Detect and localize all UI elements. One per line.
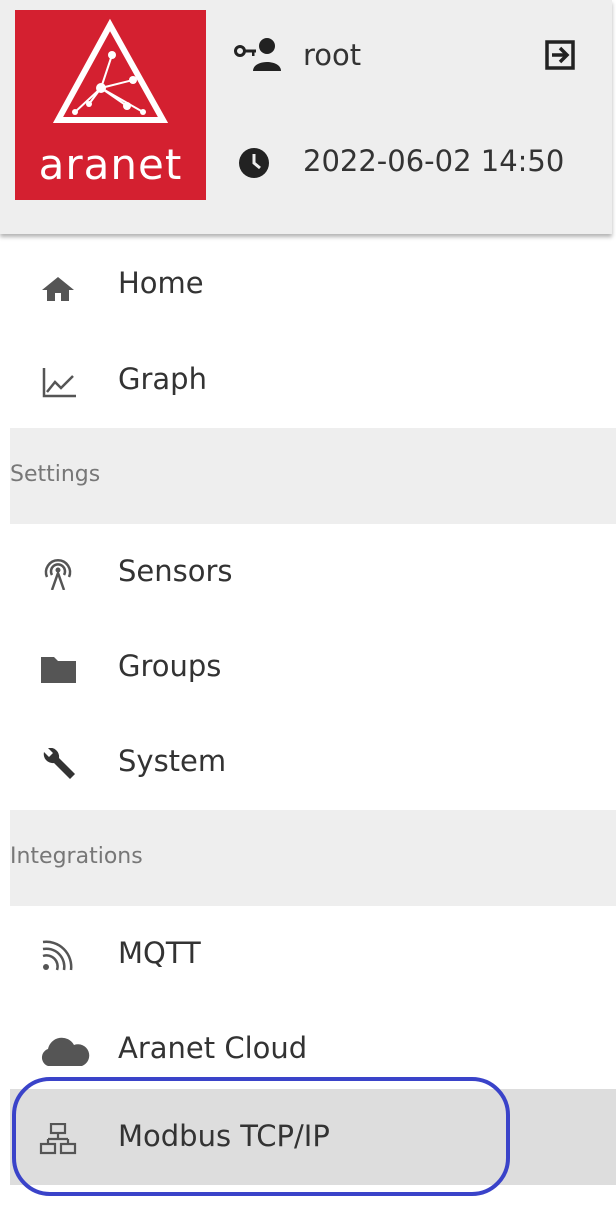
nav-item-label: Sensors: [118, 554, 233, 588]
nav-item-aranet-cloud[interactable]: Aranet Cloud: [10, 1001, 616, 1097]
section-title: Integrations: [10, 844, 143, 869]
current-datetime: 2022-06-02 14:50: [303, 144, 565, 178]
home-icon: [42, 277, 74, 301]
nav-item-label: Modbus TCP/IP: [118, 1119, 330, 1153]
nav-item-label: Aranet Cloud: [118, 1031, 308, 1065]
nav-item-graph[interactable]: Graph: [10, 332, 616, 428]
nav-item-label: Graph: [118, 362, 207, 396]
nav-item-label: Home: [118, 266, 204, 300]
clock-icon: [239, 148, 269, 178]
nav-item-label: System: [118, 744, 227, 778]
graph-icon: [42, 368, 76, 398]
section-header-settings: Settings: [10, 428, 616, 524]
network-icon: [39, 1123, 77, 1155]
nav-item-mqtt[interactable]: MQTT: [10, 906, 616, 1002]
user-key-icon: [234, 38, 281, 71]
nav-item-home[interactable]: Home: [10, 236, 616, 332]
nav-item-sensors[interactable]: Sensors: [10, 524, 616, 620]
section-header-integrations: Integrations: [10, 810, 616, 906]
cloud-icon: [41, 1037, 90, 1066]
aranet-logo[interactable]: aranet: [15, 10, 206, 200]
nav-item-groups[interactable]: Groups: [10, 619, 616, 715]
nav-item-modbus-tcp-ip[interactable]: Modbus TCP/IP: [10, 1089, 616, 1185]
username: root: [303, 38, 362, 72]
app-header: aranet root 2022-06-02 14:50: [0, 0, 612, 234]
wrench-icon: [43, 748, 75, 779]
nav-item-label: MQTT: [118, 936, 201, 970]
rss-icon: [42, 940, 73, 971]
logout-icon[interactable]: [543, 38, 577, 72]
nav-item-label: Groups: [118, 649, 222, 683]
logo-text: aranet: [38, 140, 183, 189]
nav-item-system[interactable]: System: [10, 714, 616, 810]
folder-icon: [41, 657, 76, 683]
section-title: Settings: [10, 462, 101, 487]
sensors-icon: [44, 559, 72, 590]
